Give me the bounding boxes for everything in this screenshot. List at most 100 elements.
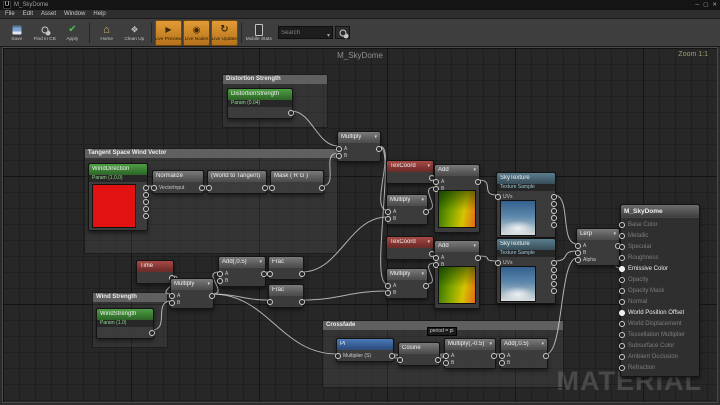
collapse-caret-icon[interactable]: ▾ (207, 281, 210, 287)
pin-icon[interactable] (619, 244, 625, 250)
pin-icon[interactable] (319, 185, 325, 191)
pin-icon[interactable] (143, 199, 149, 205)
pin-icon[interactable] (149, 330, 155, 336)
node-add-top[interactable]: Add▾AB (434, 164, 480, 233)
node-multiply-time[interactable]: Multiply▾AB (170, 278, 214, 309)
pin-icon[interactable] (619, 222, 625, 228)
pin-icon[interactable] (151, 185, 157, 191)
pin-icon[interactable] (423, 209, 429, 215)
pin-icon[interactable] (209, 293, 215, 299)
material-pin-opacity-mask[interactable]: Opacity Mask (619, 285, 699, 296)
node-multiply-top[interactable]: Multiply▾AB (386, 194, 428, 225)
pin-icon[interactable] (499, 353, 505, 359)
pin-icon[interactable] (495, 194, 501, 200)
pin-icon[interactable] (575, 243, 581, 249)
pin-icon[interactable] (435, 357, 441, 363)
collapse-caret-icon[interactable]: ▾ (473, 243, 476, 249)
pin-icon[interactable] (619, 354, 625, 360)
material-pin-opacity[interactable]: Opacity (619, 274, 699, 285)
pin-icon[interactable] (551, 281, 557, 287)
material-pin-subsurface-color[interactable]: Subsurface Color (619, 340, 699, 351)
collapse-caret-icon[interactable]: ▾ (259, 259, 262, 265)
pin-icon[interactable] (495, 260, 501, 266)
material-pin-metallic[interactable]: Metallic (619, 230, 699, 241)
material-pin-world-displacement[interactable]: World Displacement (619, 318, 699, 329)
pin-icon[interactable] (551, 201, 557, 207)
pin-icon[interactable] (288, 110, 294, 116)
pin-icon[interactable] (619, 343, 625, 349)
pin-icon[interactable] (385, 209, 391, 215)
pin-icon[interactable] (443, 353, 449, 359)
pin-icon[interactable] (299, 271, 305, 277)
node-multiply-main[interactable]: Multiply▾AB (337, 131, 381, 162)
node-sky-texture-top[interactable]: SkyTextureTexture SampleUVs (496, 172, 556, 238)
node-material-output[interactable]: M_SkyDomeBase ColorMetallicSpecularRough… (620, 204, 700, 377)
material-pin-emissive-color[interactable]: Emissive Color (619, 263, 699, 274)
pin-icon[interactable] (169, 293, 175, 299)
pin-icon[interactable] (619, 277, 625, 283)
pin-icon[interactable] (619, 310, 625, 316)
pin-icon[interactable] (619, 365, 625, 371)
pin-icon[interactable] (551, 267, 557, 273)
node-add-bottom[interactable]: Add▾AB (434, 240, 480, 309)
node-texcoord-top[interactable]: TexCoord▾ (386, 160, 434, 184)
pin-icon[interactable] (543, 353, 549, 359)
pin-icon[interactable] (397, 357, 403, 363)
pin-icon[interactable] (335, 353, 341, 359)
pin-icon[interactable] (336, 153, 342, 159)
collapse-caret-icon[interactable]: ▾ (427, 239, 430, 245)
collapse-caret-icon[interactable]: ▾ (613, 231, 616, 237)
pin-icon[interactable] (267, 299, 273, 305)
node-pi[interactable]: PiMultiplier (S) (336, 338, 394, 362)
pin-icon[interactable] (267, 271, 273, 277)
pin-icon[interactable] (143, 213, 149, 219)
pin-icon[interactable] (475, 255, 481, 261)
pin-icon[interactable] (575, 250, 581, 256)
node-wind-strength[interactable]: WindStrengthParam (1.0) (96, 308, 154, 339)
node-add-05[interactable]: Add(,0.5)▾AB (218, 256, 266, 287)
material-pin-tessellation-multiplier[interactable]: Tessellation Multiplier (619, 329, 699, 340)
pin-icon[interactable] (551, 194, 557, 200)
pin-icon[interactable] (206, 185, 212, 191)
pin-icon[interactable] (619, 299, 625, 305)
pin-icon[interactable] (199, 185, 205, 191)
pin-icon[interactable] (619, 332, 625, 338)
node-frac-top[interactable]: Frac (268, 256, 304, 280)
pin-icon[interactable] (269, 185, 275, 191)
pin-icon[interactable] (619, 266, 625, 272)
pin-icon[interactable] (299, 299, 305, 305)
collapse-caret-icon[interactable]: ▾ (374, 134, 377, 140)
pin-icon[interactable] (619, 255, 625, 261)
collapse-caret-icon[interactable]: ▾ (427, 163, 430, 169)
pin-icon[interactable] (619, 288, 625, 294)
node-cosine[interactable]: Cosine (398, 342, 440, 366)
material-pin-base-color[interactable]: Base Color (619, 219, 699, 230)
pin-icon[interactable] (169, 300, 175, 306)
pin-icon[interactable] (433, 255, 439, 261)
pin-icon[interactable] (551, 215, 557, 221)
node-sky-texture-bottom[interactable]: SkyTextureTexture SampleUVs (496, 238, 556, 304)
material-pin-refraction[interactable]: Refraction (619, 362, 699, 373)
pin-icon[interactable] (143, 206, 149, 212)
pin-icon[interactable] (217, 278, 223, 284)
pin-icon[interactable] (475, 179, 481, 185)
material-pin-specular[interactable]: Specular (619, 241, 699, 252)
pin-icon[interactable] (619, 233, 625, 239)
pin-icon[interactable] (385, 283, 391, 289)
node-world-to-tangent[interactable]: (World to Tangent) (207, 170, 267, 194)
collapse-caret-icon[interactable]: ▾ (473, 167, 476, 173)
pin-icon[interactable] (575, 257, 581, 263)
node-time[interactable]: Time (136, 260, 174, 284)
pin-icon[interactable] (423, 283, 429, 289)
pin-icon[interactable] (217, 271, 223, 277)
collapse-caret-icon[interactable]: ▾ (541, 341, 544, 347)
material-pin-normal[interactable]: Normal (619, 296, 699, 307)
pin-icon[interactable] (143, 185, 149, 191)
node-normalize[interactable]: NormalizeVectorInput (152, 170, 204, 194)
pin-icon[interactable] (143, 192, 149, 198)
pin-icon[interactable] (385, 290, 391, 296)
node-lerp[interactable]: Lerp▾ABAlpha (576, 228, 620, 266)
node-multiply-bottom[interactable]: Multiply▾AB (386, 268, 428, 299)
pin-icon[interactable] (551, 222, 557, 228)
pin-icon[interactable] (385, 216, 391, 222)
